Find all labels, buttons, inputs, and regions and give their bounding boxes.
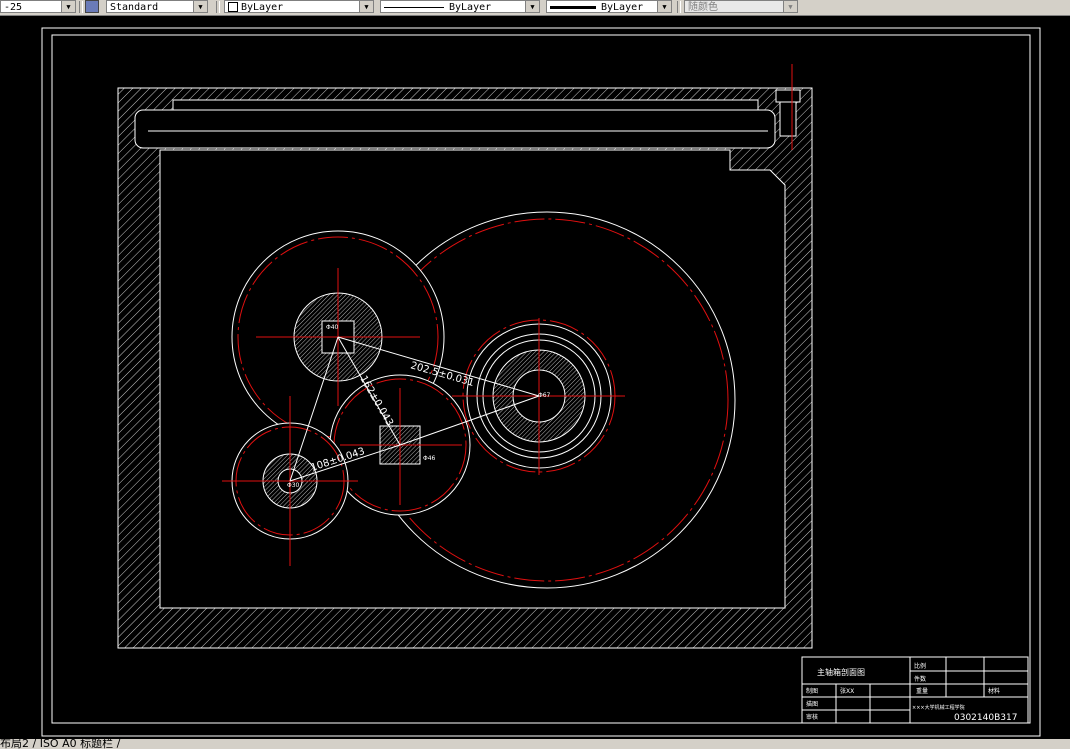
chevron-down-icon[interactable]: ▼ [359,1,373,12]
chevron-down-icon[interactable]: ▼ [193,1,207,12]
color-value: ByLayer [241,2,284,13]
title-review-label: 审核 [806,713,818,721]
title-parts-label: 件数 [914,675,926,683]
textstyle-value: Standard [110,2,159,13]
chevron-down-icon[interactable]: ▼ [657,1,671,12]
chevron-down-icon[interactable]: ▼ [783,1,797,12]
title-school: ×××大学机械工程学院 [912,704,965,711]
dimstyle-dropdown[interactable]: -25 ▼ [0,0,76,13]
properties-toolbar: -25 ▼ Standard ▼ ByLayer ▼ ByLayer ▼ ByL… [0,0,1070,16]
plotstyle-value: 随颜色 [688,2,718,13]
title-material-label: 材料 [988,687,1000,695]
chevron-down-icon[interactable]: ▼ [61,1,75,12]
lineweight-value: ByLayer [601,2,644,13]
toolbar-separator [79,1,83,13]
label-upper-gear: Φ40 [326,324,339,331]
title-block: 主轴箱剖面图 比例 件数 制图 张XX 重量 材料 描图 审核 ×××大学机械工… [801,656,1029,724]
linetype-preview-icon [384,6,444,8]
toolbar-separator [677,1,681,13]
textstyle-dropdown[interactable]: Standard ▼ [106,0,208,13]
title-designer-label: 制图 [806,687,818,695]
tab-label[interactable]: 布局2 / ISO A0 标题栏 / [0,739,120,749]
title-scale-label: 比例 [914,662,926,670]
linetype-value: ByLayer [449,2,492,13]
title-drawing-name: 主轴箱剖面图 [817,667,865,677]
layout-tabs[interactable]: 布局2 / ISO A0 标题栏 / [0,739,1070,749]
title-weight-label: 重量 [916,687,928,695]
lineweight-dropdown[interactable]: ByLayer ▼ [546,0,672,13]
drawing-canvas[interactable]: 202.5±0.031 162±0.043 108±0.043 Φ40 Φ46 … [0,15,1070,739]
color-dropdown[interactable]: ByLayer ▼ [224,0,374,13]
textstyle-icon[interactable] [85,0,99,13]
plotstyle-dropdown[interactable]: 随颜色 ▼ [684,0,798,13]
linetype-dropdown[interactable]: ByLayer ▼ [380,0,540,13]
label-right-gear: Φ67 [538,392,551,399]
dimstyle-value: -25 [4,2,23,13]
color-swatch-icon [228,2,238,12]
housing [117,64,813,649]
chevron-down-icon[interactable]: ▼ [525,1,539,12]
lineweight-preview-icon [550,5,596,9]
title-check-label: 描图 [806,700,818,708]
title-designer-name: 张XX [840,687,854,695]
label-small-gear: Φ30 [287,482,300,489]
toolbar-separator [216,1,220,13]
title-drawing-no: 0302140B317 [954,713,1017,723]
label-middle-gear: Φ46 [423,455,436,462]
